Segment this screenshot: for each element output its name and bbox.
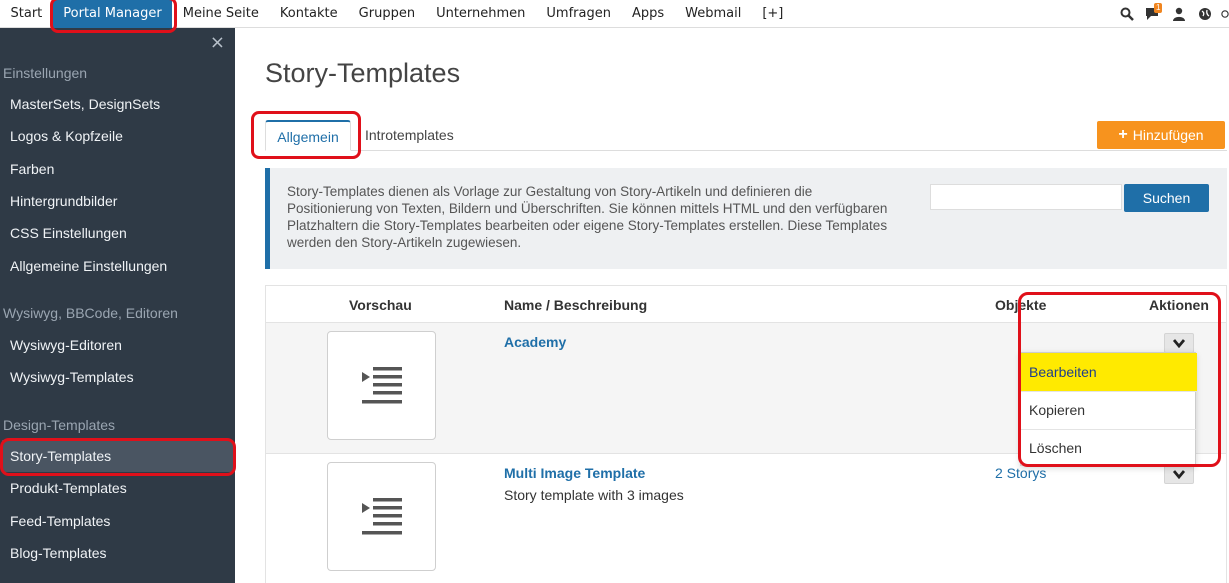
plus-icon: + <box>1118 126 1128 143</box>
template-name[interactable]: Multi Image Template <box>504 465 645 481</box>
nav-kontakte[interactable]: Kontakte <box>269 0 348 28</box>
nav-gruppen[interactable]: Gruppen <box>348 0 425 28</box>
tab-introtemplates[interactable]: Introtemplates <box>365 120 454 151</box>
chat-icon[interactable]: 1 <box>1143 0 1163 28</box>
menu-item-kopieren[interactable]: Kopieren <box>1021 391 1197 429</box>
sidebar-group-title: Design-Templates <box>3 417 116 433</box>
info-text: Story-Templates dienen als Vorlage zur G… <box>287 184 888 250</box>
nav-start[interactable]: Start <box>0 0 53 28</box>
table-row: Multi Image Template Story template with… <box>266 453 1226 583</box>
sidebar-item-wysiwyg-editoren[interactable]: Wysiwyg-Editoren <box>0 329 235 361</box>
column-header-preview: Vorschau <box>349 297 412 313</box>
sidebar-item-hintergrundbilder[interactable]: Hintergrundbilder <box>0 185 235 217</box>
nav-webmail[interactable]: Webmail <box>675 0 752 28</box>
sidebar-item-mastersets[interactable]: MasterSets, DesignSets <box>0 88 235 120</box>
chevron-down-icon <box>1173 469 1185 479</box>
template-description: Story template with 3 images <box>504 487 684 503</box>
sidebar: × Einstellungen MasterSets, DesignSets L… <box>0 28 235 583</box>
top-navigation-bar: Start Portal Manager Meine Seite Kontakt… <box>0 0 1229 28</box>
sidebar-item-feed-templates[interactable]: Feed-Templates <box>0 505 235 537</box>
info-box: Story-Templates dienen als Vorlage zur G… <box>265 168 1227 269</box>
search-input[interactable] <box>930 184 1122 210</box>
tab-allgemein[interactable]: Allgemein <box>265 120 351 151</box>
actions-dropdown-button[interactable] <box>1164 464 1194 484</box>
menu-item-loeschen[interactable]: Löschen <box>1021 429 1197 467</box>
nav-meine-seite[interactable]: Meine Seite <box>172 0 269 28</box>
template-text-icon <box>361 366 402 403</box>
add-button-label: Hinzufügen <box>1132 127 1204 143</box>
nav-portal-manager[interactable]: Portal Manager <box>52 0 173 28</box>
sidebar-item-css[interactable]: CSS Einstellungen <box>0 217 235 249</box>
template-text-icon <box>361 497 402 534</box>
actions-menu: Bearbeiten Kopieren Löschen <box>1020 352 1197 467</box>
sidebar-group-title: Einstellungen <box>3 65 88 81</box>
template-name[interactable]: Academy <box>504 334 566 350</box>
sidebar-item-blog-templates[interactable]: Blog-Templates <box>0 537 235 569</box>
search-icon[interactable] <box>1117 0 1137 28</box>
nav-add-more[interactable]: [+] <box>752 0 794 28</box>
sidebar-item-wysiwyg-templates[interactable]: Wysiwyg-Templates <box>0 361 235 393</box>
nav-unternehmen[interactable]: Unternehmen <box>426 0 536 28</box>
user-icon[interactable] <box>1169 0 1189 28</box>
template-preview[interactable] <box>327 331 436 440</box>
nav-apps[interactable]: Apps <box>621 0 674 28</box>
sidebar-item-farben[interactable]: Farben <box>0 153 235 185</box>
search-button[interactable]: Suchen <box>1124 184 1209 212</box>
sidebar-group-title: Wysiwyg, BBCode, Editoren <box>3 305 178 321</box>
column-header-objects: Objekte <box>995 297 1047 313</box>
top-icons: 1 <box>1111 0 1229 28</box>
column-header-name: Name / Beschreibung <box>504 297 648 313</box>
template-preview[interactable] <box>327 462 436 571</box>
sidebar-item-produkt-templates[interactable]: Produkt-Templates <box>0 472 235 504</box>
nav-umfragen[interactable]: Umfragen <box>536 0 622 28</box>
actions-dropdown-button[interactable] <box>1164 333 1194 353</box>
page-title: Story-Templates <box>265 58 461 88</box>
close-icon[interactable]: × <box>210 32 225 53</box>
column-header-actions: Aktionen <box>1149 297 1209 313</box>
sidebar-item-allgemeine-einstellungen[interactable]: Allgemeine Einstellungen <box>0 250 235 282</box>
sidebar-item-logos[interactable]: Logos & Kopfzeile <box>0 120 235 152</box>
globe-icon[interactable] <box>1195 0 1215 28</box>
menu-item-bearbeiten[interactable]: Bearbeiten <box>1021 353 1197 391</box>
settings-icon[interactable] <box>1221 0 1229 28</box>
add-button[interactable]: + Hinzufügen <box>1097 121 1225 149</box>
top-nav: Start Portal Manager Meine Seite Kontakt… <box>0 0 794 28</box>
chevron-down-icon <box>1173 338 1185 348</box>
notification-badge: 1 <box>1154 3 1163 13</box>
sidebar-item-story-templates[interactable]: Story-Templates <box>2 440 233 472</box>
template-objects-link[interactable]: 2 Storys <box>995 465 1046 481</box>
